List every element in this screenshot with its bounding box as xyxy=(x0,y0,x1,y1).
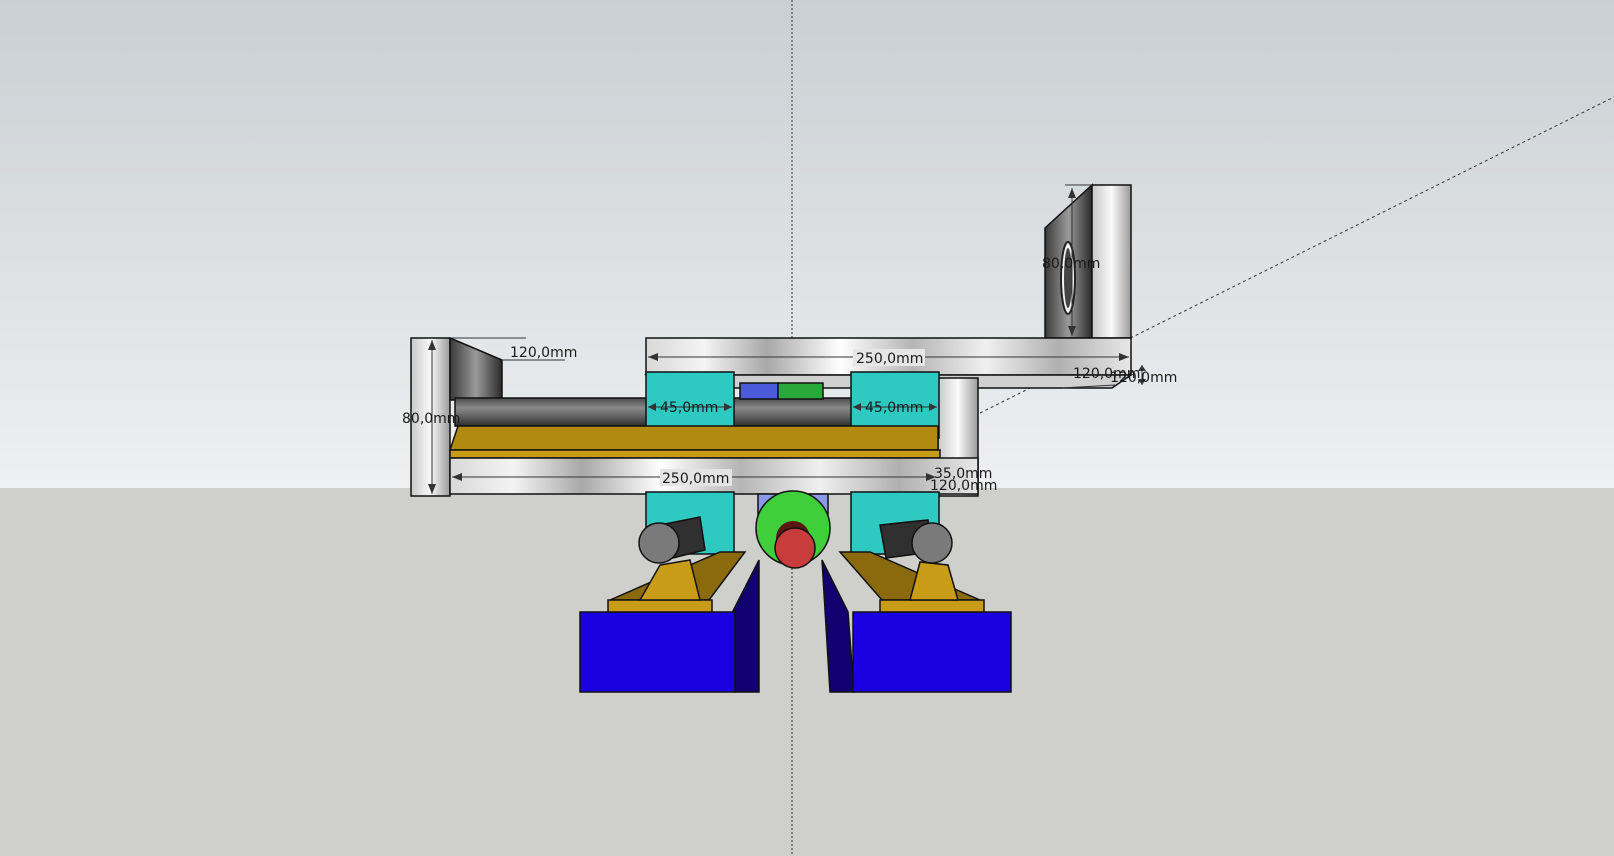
dim-bottom-right-width: 120,0mm xyxy=(930,478,997,494)
dim-hole-diameter: 80,0mm xyxy=(1042,256,1100,272)
dim-left-bracket-width: 120,0mm xyxy=(510,345,577,361)
gold-slide-plate xyxy=(448,425,939,451)
dim-bracket-width-top: 120,0mm xyxy=(1110,370,1177,386)
gold-slide-plate-top xyxy=(449,449,941,459)
dim-left-bracket-height: 80,0mm xyxy=(402,411,460,427)
right-shaft-end xyxy=(911,522,953,564)
blue-coupler-top xyxy=(739,382,779,400)
dim-bearing-right: 45,0mm xyxy=(865,400,923,416)
right-gold-rail-front xyxy=(879,599,985,613)
right-blue-base xyxy=(852,611,1012,693)
dim-top-plate-length: 250,0mm xyxy=(856,351,923,367)
red-motor-shaft xyxy=(774,527,816,569)
sketchup-viewport[interactable]: 250,0mm 250,0mm 120,0mm 80,0mm 45,0mm 45… xyxy=(0,0,1614,856)
green-coupler-top xyxy=(777,382,824,400)
left-gold-rail-front xyxy=(607,599,713,613)
model-scene[interactable]: 250,0mm 250,0mm 120,0mm 80,0mm 45,0mm 45… xyxy=(0,0,1614,856)
left-shaft-end xyxy=(638,522,680,564)
dim-bearing-left: 45,0mm xyxy=(660,400,718,416)
dim-bottom-plate-length: 250,0mm xyxy=(662,471,729,487)
left-blue-base xyxy=(579,611,736,693)
